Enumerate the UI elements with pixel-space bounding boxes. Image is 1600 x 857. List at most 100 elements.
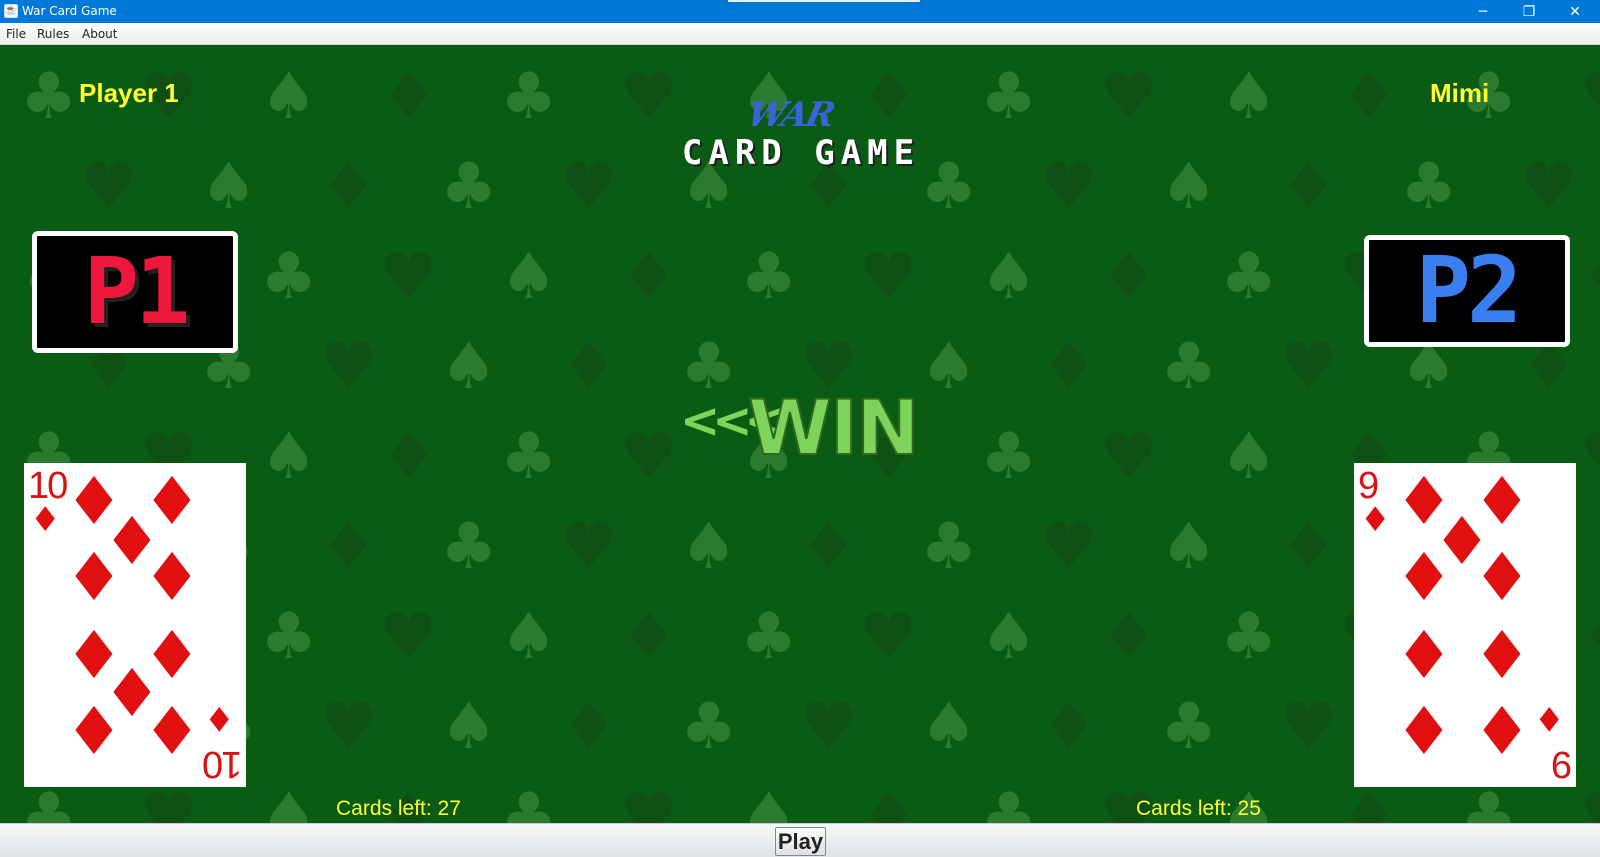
- background-suit-icon: ♦: [1340, 60, 1398, 134]
- card-rank-bottom: 10: [203, 743, 242, 785]
- background-suit-icon: ♥: [620, 780, 678, 823]
- background-suit-icon: ♥: [860, 240, 918, 314]
- background-suit-icon: ♥: [80, 150, 138, 224]
- close-button[interactable]: ✕: [1552, 0, 1598, 23]
- background-suit-icon: ♣: [740, 240, 798, 314]
- background-suit-icon: ♥: [560, 150, 618, 224]
- player1-card: 10 10 ♦ ♦ ♦ ♦ ♦ ♦ ♦ ♦ ♦ ♦ ♦ ♦: [24, 463, 246, 787]
- background-suit-icon: ♠: [1160, 150, 1218, 224]
- bottom-bar: Play: [0, 823, 1600, 857]
- background-suit-icon: ♣: [1220, 240, 1278, 314]
- background-suit-icon: ♠: [260, 780, 318, 823]
- diamond-pip-icon: ♦: [1394, 539, 1454, 616]
- background-suit-icon: ♥: [620, 420, 678, 494]
- background-suit-icon: ♦: [860, 780, 918, 823]
- card-rank-bottom: 9: [1552, 743, 1572, 785]
- diamond-corner-icon: ♦: [1360, 500, 1391, 540]
- background-suit-icon: ♦: [1580, 245, 1600, 309]
- background-suit-icon: ♦: [320, 150, 378, 224]
- background-suit-icon: ♥: [1100, 60, 1158, 134]
- background-suit-icon: ♥: [1040, 510, 1098, 584]
- diamond-pip-icon: ♦: [1472, 617, 1532, 694]
- background-suit-icon: ♠: [500, 240, 558, 314]
- minimize-button[interactable]: ─: [1460, 0, 1506, 23]
- background-suit-icon: ♣: [1400, 150, 1458, 224]
- background-suit-icon: ♦: [800, 510, 858, 584]
- background-suit-icon: ♣: [20, 60, 78, 134]
- win-text: WIN: [747, 382, 921, 473]
- background-suit-icon: ♣: [680, 690, 738, 764]
- background-suit-icon: ♥: [320, 330, 378, 404]
- diamond-pip-icon: ♦: [1472, 539, 1532, 616]
- background-suit-icon: ♥: [1580, 785, 1600, 823]
- background-suit-icon: ♠: [680, 510, 738, 584]
- background-suit-icon: ♠: [740, 780, 798, 823]
- background-suit-icon: ♠: [920, 690, 978, 764]
- window-title: War Card Game: [22, 4, 117, 18]
- background-suit-icon: ♥: [320, 690, 378, 764]
- background-suit-icon: ♦: [1040, 690, 1098, 764]
- background-suit-icon: ♣: [440, 510, 498, 584]
- background-suit-icon: ♥: [1100, 420, 1158, 494]
- player1-badge-text: P1: [83, 238, 191, 345]
- diamond-corner-icon: ♦: [1534, 698, 1565, 738]
- diamond-corner-icon: ♦: [204, 698, 235, 738]
- background-suit-icon: ♣: [980, 60, 1038, 134]
- menu-rules[interactable]: Rules: [35, 27, 71, 41]
- player2-cards-left: Cards left: 25: [1136, 797, 1261, 820]
- background-suit-icon: ♥: [1580, 65, 1600, 129]
- background-suit-icon: ♦: [320, 510, 378, 584]
- diamond-corner-icon: ♦: [30, 500, 61, 540]
- background-suit-icon: ♣: [740, 600, 798, 674]
- background-suit-icon: ♥: [380, 240, 438, 314]
- round-result-indicator: <<< WIN: [680, 382, 921, 473]
- background-suit-icon: ♦: [1040, 330, 1098, 404]
- background-suit-icon: ♣: [260, 240, 318, 314]
- maximize-button[interactable]: ❐: [1506, 0, 1552, 23]
- diamond-pip-icon: ♦: [1394, 617, 1454, 694]
- diamond-pip-icon: ♦: [142, 693, 202, 770]
- player1-name: Player 1: [79, 78, 179, 108]
- background-suit-icon: ♣: [440, 150, 498, 224]
- background-suit-icon: ♦: [1280, 150, 1338, 224]
- background-suit-icon: ♠: [1220, 60, 1278, 134]
- background-suit-icon: ♠: [980, 240, 1038, 314]
- menu-about[interactable]: About: [80, 27, 119, 41]
- player1-badge: P1: [32, 231, 238, 353]
- player2-badge: P2: [1364, 235, 1570, 347]
- background-suit-icon: ♠: [260, 420, 318, 494]
- background-suit-icon: ♥: [1040, 150, 1098, 224]
- java-app-icon: ☕: [4, 4, 18, 18]
- player2-name: Mimi: [1430, 78, 1490, 108]
- background-suit-icon: ♥: [800, 690, 858, 764]
- diamond-pip-icon: ♦: [64, 539, 124, 616]
- game-table: ♣♥♠♦♣♥♠♦♣♥♠♦♣♥♥♠♦♣♥♠♦♣♥♠♦♣♥♠♠♦♣♥♠♦♣♥♠♦♣♥…: [0, 45, 1600, 823]
- background-suit-icon: ♠: [980, 600, 1038, 674]
- card-game-logo-text: CARD GAME: [681, 133, 921, 173]
- diamond-pip-icon: ♦: [1472, 693, 1532, 770]
- background-suit-icon: ♣: [920, 510, 978, 584]
- background-suit-icon: ♠: [1220, 420, 1278, 494]
- player1-cards-left: Cards left: 27: [336, 797, 461, 820]
- background-suit-icon: ♦: [1100, 600, 1158, 674]
- background-suit-icon: ♣: [500, 780, 558, 823]
- menu-file[interactable]: File: [4, 27, 28, 41]
- background-suit-icon: ♠: [920, 330, 978, 404]
- play-button[interactable]: Play: [775, 827, 826, 856]
- background-suit-icon: ♦: [620, 240, 678, 314]
- background-suit-icon: ♠: [1160, 510, 1218, 584]
- background-suit-icon: ♦: [620, 600, 678, 674]
- background-suit-icon: ♦: [560, 330, 618, 404]
- background-suit-icon: ♣: [260, 600, 318, 674]
- background-suit-icon: ♣: [1160, 330, 1218, 404]
- background-suit-icon: ♦: [380, 60, 438, 134]
- background-suit-icon: ♠: [200, 150, 258, 224]
- diamond-pip-icon: ♦: [142, 539, 202, 616]
- background-suit-icon: ♣: [980, 420, 1038, 494]
- background-suit-icon: ♣: [20, 780, 78, 823]
- background-suit-icon: ♦: [1340, 780, 1398, 823]
- background-suit-icon: ♦: [860, 60, 918, 134]
- diamond-pip-icon: ♦: [1394, 693, 1454, 770]
- background-suit-icon: ♠: [500, 600, 558, 674]
- background-suit-icon: ♥: [860, 600, 918, 674]
